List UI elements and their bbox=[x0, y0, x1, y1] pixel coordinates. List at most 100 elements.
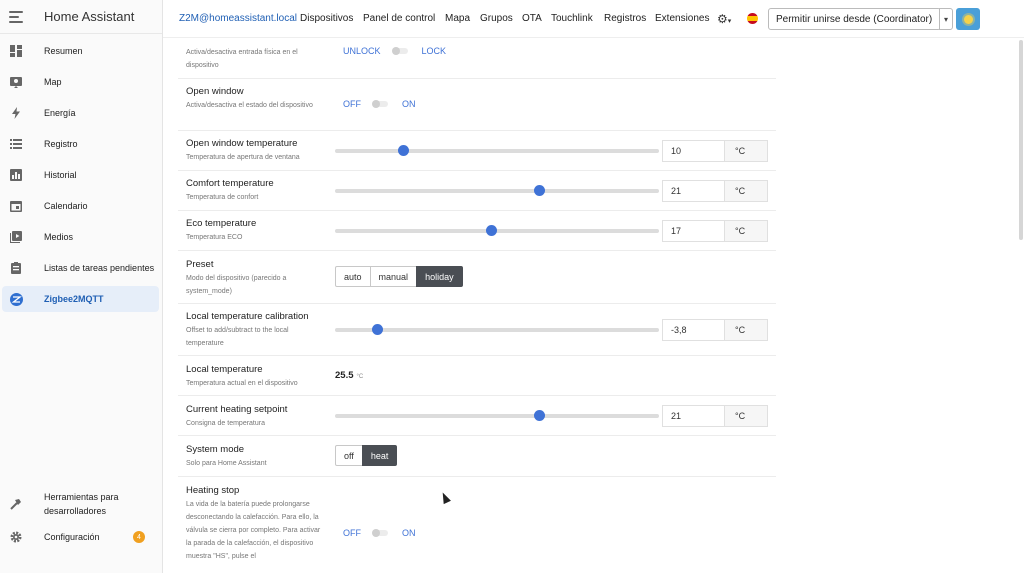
sidebar-item-label: Resumen bbox=[44, 46, 83, 56]
row-description: Temperatura de apertura de ventana bbox=[186, 154, 300, 161]
sidebar-item-label: Calendario bbox=[44, 201, 88, 211]
heating-setpoint-slider[interactable] bbox=[335, 410, 659, 421]
sidebar: Home Assistant Resumen Map Energía Regis… bbox=[0, 0, 163, 573]
row-description: Temperatura actual en el dispositivo bbox=[186, 380, 298, 387]
nav-link-panel[interactable]: Panel de control bbox=[363, 13, 435, 24]
row-title: Preset bbox=[186, 259, 214, 270]
nav-link-touchlink[interactable]: Touchlink bbox=[551, 13, 593, 24]
sidebar-item-herramientas[interactable]: Herramientas para desarrolladores bbox=[0, 489, 163, 519]
permit-join-dropdown-icon[interactable]: ▾ bbox=[939, 8, 953, 30]
toggle-off-label: OFF bbox=[343, 528, 361, 538]
value-unit: °C bbox=[356, 374, 364, 380]
eco-temperature-slider[interactable] bbox=[335, 225, 659, 236]
sidebar-item-calendario[interactable]: Calendario bbox=[0, 193, 163, 219]
local-temperature-value: 25.5 °C bbox=[335, 370, 363, 381]
sidebar-item-label: Map bbox=[44, 77, 62, 87]
toggle-switch[interactable] bbox=[372, 100, 390, 108]
toggle-on-label: ON bbox=[402, 528, 416, 538]
nav-link-grupos[interactable]: Grupos bbox=[480, 13, 513, 24]
unit-label: °C bbox=[724, 180, 768, 202]
sidebar-item-label: Zigbee2MQTT bbox=[44, 294, 104, 304]
sun-icon bbox=[963, 14, 973, 24]
sidebar-item-label: Registro bbox=[44, 139, 78, 149]
sidebar-item-energia[interactable]: Energía bbox=[0, 100, 163, 126]
row-title: Heating stop bbox=[186, 485, 240, 496]
row-title: Open window bbox=[186, 86, 244, 97]
row-description: Activa/desactiva el estado del dispositi… bbox=[186, 102, 313, 109]
sidebar-item-historial[interactable]: Historial bbox=[0, 162, 163, 188]
comfort-temperature-slider[interactable] bbox=[335, 185, 659, 196]
system-mode-option-off[interactable]: off bbox=[335, 445, 363, 466]
unit-label: °C bbox=[724, 140, 768, 162]
sidebar-item-registro[interactable]: Registro bbox=[0, 131, 163, 157]
nav-link-registros[interactable]: Registros bbox=[604, 13, 646, 24]
sidebar-item-listas[interactable]: Listas de tareas pendientes bbox=[0, 255, 163, 281]
nav-link-ota[interactable]: OTA bbox=[522, 13, 542, 24]
app-title: Home Assistant bbox=[44, 9, 135, 24]
heating-stop-toggle[interactable]: OFF ON bbox=[343, 528, 416, 538]
nav-link-dispositivos[interactable]: Dispositivos bbox=[300, 13, 353, 24]
slider-thumb[interactable] bbox=[534, 410, 546, 421]
slider-thumb[interactable] bbox=[485, 225, 497, 236]
sidebar-header: Home Assistant bbox=[0, 0, 162, 34]
local-temperature-calibration-slider[interactable] bbox=[335, 324, 659, 335]
open-window-toggle[interactable]: OFF ON bbox=[343, 99, 416, 109]
local-temperature-calibration-input[interactable]: -3,8 bbox=[662, 319, 724, 341]
child-lock-toggle[interactable]: UNLOCK LOCK bbox=[343, 46, 446, 56]
row-description: Temperatura ECO bbox=[186, 234, 243, 241]
preset-option-holiday[interactable]: holiday bbox=[416, 266, 463, 287]
system-mode-option-heat[interactable]: heat bbox=[361, 445, 398, 466]
z2m-home-link[interactable]: Z2M@homeassistant.local bbox=[179, 13, 297, 24]
slider-thumb[interactable] bbox=[398, 145, 410, 156]
open-window-temperature-input[interactable]: 10 bbox=[662, 140, 724, 162]
sidebar-item-zigbee2mqtt[interactable]: Zigbee2MQTT bbox=[2, 286, 159, 312]
permit-join-button[interactable]: Permitir unirse desde (Coordinator) bbox=[768, 8, 941, 30]
nav-link-extensiones[interactable]: Extensiones bbox=[655, 13, 709, 24]
row-description: Offset to add/subtract to the local temp… bbox=[186, 327, 289, 347]
slider-thumb[interactable] bbox=[372, 324, 384, 335]
map-icon bbox=[9, 75, 23, 89]
row-open-window: Open window Activa/desactiva el estado d… bbox=[178, 79, 776, 131]
comfort-temperature-input[interactable]: 21 bbox=[662, 180, 724, 202]
row-title: System mode bbox=[186, 444, 245, 455]
device-exposes-panel: Activa/desactiva entrada física en el di… bbox=[163, 38, 1024, 573]
dashboard-icon bbox=[9, 44, 23, 58]
row-preset: Preset Modo del dispositivo (parecido a … bbox=[178, 251, 776, 304]
open-window-temperature-slider[interactable] bbox=[335, 145, 659, 156]
sidebar-item-configuracion[interactable]: Configuración 4 bbox=[0, 524, 163, 550]
lightning-icon bbox=[9, 106, 23, 120]
toggle-switch[interactable] bbox=[391, 47, 410, 55]
gear-icon bbox=[9, 530, 23, 544]
row-heating-stop: Heating stop La vida de la batería puede… bbox=[178, 477, 776, 573]
value-text: 25.5 bbox=[335, 370, 354, 381]
toggle-on-label: ON bbox=[402, 99, 416, 109]
heating-setpoint-input[interactable]: 21 bbox=[662, 405, 724, 427]
toggle-switch[interactable] bbox=[372, 529, 390, 537]
row-description: Solo para Home Assistant bbox=[186, 460, 267, 467]
sidebar-item-label: Configuración bbox=[44, 532, 100, 542]
row-local-temperature: Local temperature Temperatura actual en … bbox=[178, 356, 776, 396]
hammer-icon bbox=[9, 497, 23, 511]
sidebar-item-medios[interactable]: Medios bbox=[0, 224, 163, 250]
sidebar-item-label: Herramientas para desarrolladores bbox=[44, 492, 119, 516]
preset-option-manual[interactable]: manual bbox=[369, 266, 418, 287]
slider-thumb[interactable] bbox=[534, 185, 546, 196]
zigbee-icon bbox=[9, 292, 23, 306]
toggle-off-label: UNLOCK bbox=[343, 46, 381, 56]
row-description: Temperatura de confort bbox=[186, 194, 259, 201]
top-navigation: Z2M@homeassistant.local Dispositivos Pan… bbox=[163, 0, 1024, 38]
chart-icon bbox=[9, 168, 23, 182]
spain-flag-icon[interactable] bbox=[747, 13, 758, 24]
list-icon bbox=[9, 137, 23, 151]
row-description: Consigna de temperatura bbox=[186, 420, 265, 427]
theme-toggle-button[interactable] bbox=[956, 8, 980, 30]
sidebar-item-map[interactable]: Map bbox=[0, 69, 163, 95]
sidebar-item-resumen[interactable]: Resumen bbox=[0, 38, 163, 64]
scrollbar-thumb[interactable] bbox=[1019, 40, 1023, 240]
row-description: Activa/desactiva entrada física en el di… bbox=[186, 49, 298, 69]
menu-icon[interactable] bbox=[9, 10, 23, 23]
preset-option-auto[interactable]: auto bbox=[335, 266, 371, 287]
nav-link-mapa[interactable]: Mapa bbox=[445, 13, 470, 24]
settings-gear-icon[interactable]: ⚙▾ bbox=[717, 12, 731, 26]
eco-temperature-input[interactable]: 17 bbox=[662, 220, 724, 242]
